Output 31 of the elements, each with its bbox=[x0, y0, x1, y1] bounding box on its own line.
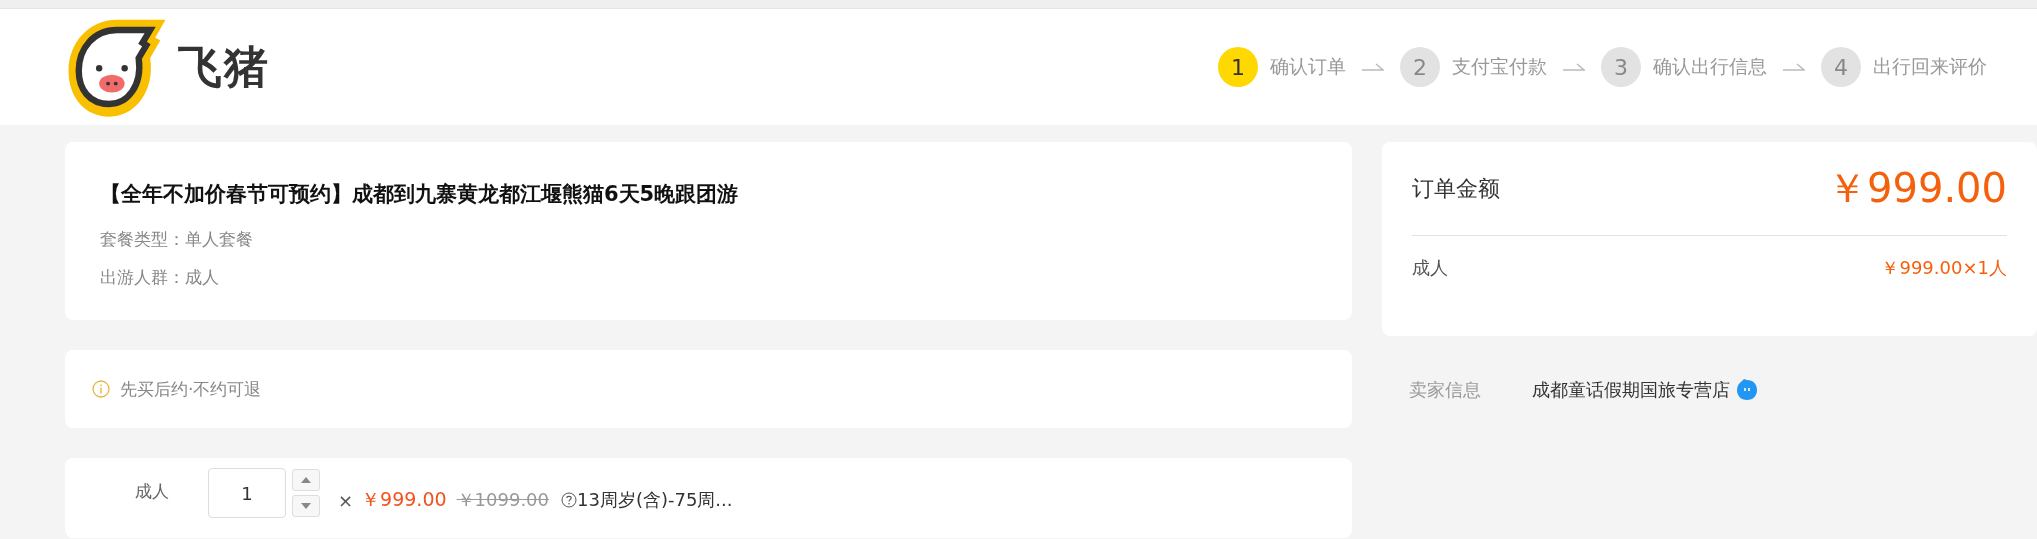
step-number: 1 bbox=[1218, 47, 1258, 87]
logo-text: 飞猪 bbox=[178, 39, 270, 94]
age-range-text: 13周岁(含)-75周... bbox=[577, 488, 733, 512]
seller-label: 卖家信息 bbox=[1409, 378, 1482, 402]
notice-text: 先买后约·不约可退 bbox=[120, 377, 262, 401]
info-icon bbox=[92, 380, 110, 398]
step-label: 确认出行信息 bbox=[1653, 54, 1767, 79]
step-number: 3 bbox=[1601, 47, 1641, 87]
product-title: 【全年不加价春节可预约】成都到九寨黄龙都江堰熊猫6天5晚跟团游 bbox=[100, 181, 740, 208]
seller-name[interactable]: 成都童话假期国旅专营店 bbox=[1532, 378, 1730, 402]
detail-text: 套餐类型：单人套餐 bbox=[100, 228, 254, 251]
decrement-button[interactable] bbox=[292, 495, 320, 517]
detail-text: 出游人群：成人 bbox=[100, 266, 220, 289]
original-price: ￥1099.00 bbox=[456, 488, 549, 512]
step-label: 确认订单 bbox=[1270, 54, 1346, 79]
step-number: 4 bbox=[1821, 47, 1861, 87]
summary-title: 订单金额 bbox=[1412, 174, 1500, 203]
price-text: ￥999.00 bbox=[361, 487, 447, 512]
line-label: 成人 bbox=[1412, 256, 1448, 280]
caret-up-icon bbox=[301, 477, 311, 483]
caret-down-icon bbox=[301, 503, 311, 509]
traveler-label: 成人 bbox=[135, 480, 170, 503]
line-price: ￥999.00×1人 bbox=[1881, 256, 2007, 280]
step-label: 支付宝付款 bbox=[1452, 54, 1547, 79]
increment-button[interactable] bbox=[292, 469, 320, 491]
step-label: 出行回来评价 bbox=[1873, 54, 1987, 79]
multiply-sign: × bbox=[338, 488, 354, 511]
total-price: ￥999.00 bbox=[1827, 164, 2007, 213]
chat-bubble-icon[interactable] bbox=[1736, 379, 1758, 401]
step-number: 2 bbox=[1400, 47, 1440, 87]
quantity-field[interactable]: 1 bbox=[208, 468, 286, 518]
